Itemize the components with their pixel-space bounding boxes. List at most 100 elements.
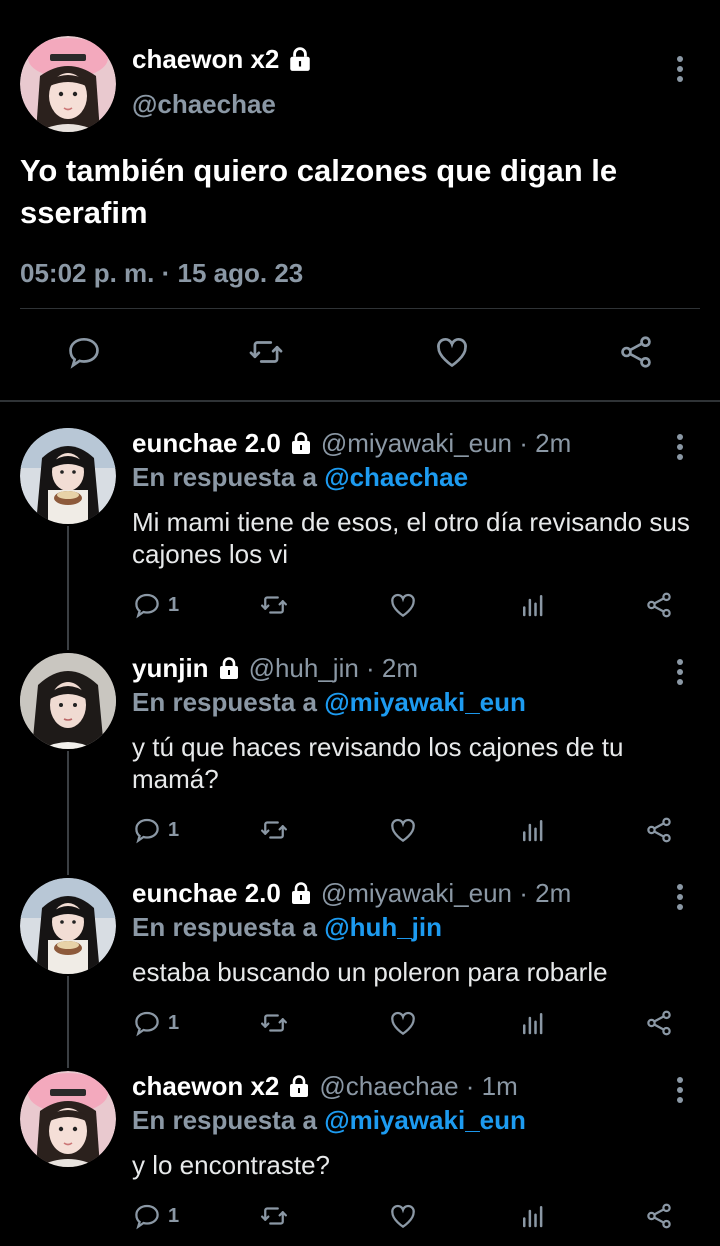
reply-prefix: En respuesta a bbox=[132, 687, 317, 717]
avatar[interactable] bbox=[20, 1071, 116, 1167]
reply-header: eunchae 2.0 @miyawaki_eun · 2m bbox=[132, 878, 571, 909]
tweet-text: Yo también quiero calzones que digan le … bbox=[20, 153, 618, 230]
retweet-icon bbox=[261, 1207, 287, 1225]
share-icon bbox=[647, 1010, 671, 1036]
reply-tweet[interactable]: eunchae 2.0 @miyawaki_eun · 2m En respue… bbox=[0, 428, 720, 628]
reply-button[interactable]: 1 bbox=[132, 813, 179, 847]
reply-icon bbox=[135, 593, 159, 619]
views-button[interactable] bbox=[518, 813, 548, 847]
reply-button[interactable]: 1 bbox=[132, 1199, 179, 1233]
display-name[interactable]: chaewon x2 bbox=[132, 1071, 279, 1102]
share-icon bbox=[647, 592, 671, 618]
heart-icon bbox=[391, 1011, 415, 1035]
reply-icon bbox=[69, 337, 99, 369]
display-name[interactable]: yunjin bbox=[132, 653, 209, 684]
divider bbox=[20, 308, 700, 309]
views-button[interactable] bbox=[518, 1199, 548, 1233]
retweet-button[interactable] bbox=[259, 1006, 289, 1040]
lock-icon bbox=[289, 431, 313, 456]
share-button[interactable] bbox=[644, 813, 674, 847]
handle-and-time[interactable]: @chaechae · 1m bbox=[319, 1071, 517, 1102]
reply-button[interactable] bbox=[64, 332, 104, 372]
heart-icon bbox=[391, 1204, 415, 1228]
like-button[interactable] bbox=[388, 1006, 418, 1040]
like-button[interactable] bbox=[388, 1199, 418, 1233]
avatar[interactable] bbox=[20, 653, 116, 749]
share-button[interactable] bbox=[644, 1199, 674, 1233]
tweet-text: y lo encontraste? bbox=[132, 1150, 331, 1180]
replying-to: En respuesta a @miyawaki_eun bbox=[132, 687, 526, 718]
views-button[interactable] bbox=[518, 588, 548, 622]
tweet-actions: 1 bbox=[132, 1199, 692, 1233]
handle-and-time[interactable]: @miyawaki_eun · 2m bbox=[321, 428, 571, 459]
retweet-icon bbox=[249, 341, 283, 363]
display-name[interactable]: chaewon x2 bbox=[132, 44, 279, 75]
more-vertical-icon[interactable] bbox=[670, 54, 690, 84]
heart-icon bbox=[391, 818, 415, 842]
mention-link[interactable]: @huh_jin bbox=[324, 912, 442, 942]
share-button[interactable] bbox=[644, 588, 674, 622]
retweet-button[interactable] bbox=[246, 332, 286, 372]
share-button[interactable] bbox=[616, 332, 656, 372]
like-button[interactable] bbox=[432, 332, 472, 372]
like-button[interactable] bbox=[388, 813, 418, 847]
share-icon bbox=[647, 1203, 671, 1229]
avatar[interactable] bbox=[20, 428, 116, 524]
reply-tweet[interactable]: eunchae 2.0 @miyawaki_eun · 2m En respue… bbox=[0, 878, 720, 1048]
more-vertical-icon[interactable] bbox=[670, 432, 690, 462]
reply-count: 1 bbox=[168, 593, 180, 616]
retweet-icon bbox=[261, 596, 287, 614]
more-vertical-icon[interactable] bbox=[670, 657, 690, 687]
retweet-button[interactable] bbox=[259, 1199, 289, 1233]
share-button[interactable] bbox=[644, 1006, 674, 1040]
avatar[interactable] bbox=[20, 878, 116, 974]
handle-and-time[interactable]: @miyawaki_eun · 2m bbox=[321, 878, 571, 909]
views-icon bbox=[523, 1013, 543, 1035]
more-vertical-icon[interactable] bbox=[670, 1075, 690, 1105]
mention-link[interactable]: @miyawaki_eun bbox=[324, 687, 526, 717]
share-icon bbox=[621, 336, 651, 368]
views-button[interactable] bbox=[518, 1006, 548, 1040]
reply-button[interactable]: 1 bbox=[132, 588, 179, 622]
reply-prefix: En respuesta a bbox=[132, 462, 317, 492]
tweet-actions: 1 bbox=[132, 1006, 692, 1040]
views-icon bbox=[523, 595, 543, 617]
lock-icon bbox=[289, 881, 313, 906]
reply-tweet[interactable]: yunjin @huh_jin · 2m En respuesta a @miy… bbox=[0, 653, 720, 853]
tweet-actions bbox=[0, 332, 720, 378]
views-icon bbox=[523, 820, 543, 842]
reply-tweet[interactable]: chaewon x2 @chaechae · 1m En respuesta a… bbox=[0, 1071, 720, 1246]
like-button[interactable] bbox=[388, 588, 418, 622]
display-name[interactable]: eunchae 2.0 bbox=[132, 428, 281, 459]
reply-button[interactable]: 1 bbox=[132, 1006, 179, 1040]
heart-icon bbox=[437, 337, 467, 368]
replying-to: En respuesta a @chaechae bbox=[132, 462, 468, 493]
reply-icon bbox=[135, 1204, 159, 1230]
replying-to: En respuesta a @huh_jin bbox=[132, 912, 442, 943]
retweet-button[interactable] bbox=[259, 813, 289, 847]
reply-count: 1 bbox=[168, 818, 180, 841]
mention-link[interactable]: @miyawaki_eun bbox=[324, 1105, 526, 1135]
reply-count: 1 bbox=[168, 1204, 180, 1227]
reply-icon bbox=[135, 818, 159, 844]
mention-link[interactable]: @chaechae bbox=[324, 462, 468, 492]
retweet-button[interactable] bbox=[259, 588, 289, 622]
tweet-actions: 1 bbox=[132, 588, 692, 622]
author-handle[interactable]: @chaechae bbox=[132, 89, 276, 120]
lock-icon bbox=[287, 46, 313, 73]
handle-and-time[interactable]: @huh_jin · 2m bbox=[249, 653, 418, 684]
tweet-actions: 1 bbox=[132, 813, 692, 847]
retweet-icon bbox=[261, 1014, 287, 1032]
more-vertical-icon[interactable] bbox=[670, 882, 690, 912]
reply-header: chaewon x2 @chaechae · 1m bbox=[132, 1071, 518, 1102]
reply-count: 1 bbox=[168, 1011, 180, 1034]
lock-icon bbox=[287, 1074, 311, 1099]
lock-icon bbox=[217, 656, 241, 681]
share-icon bbox=[647, 817, 671, 843]
display-name[interactable]: eunchae 2.0 bbox=[132, 878, 281, 909]
author-name-row: chaewon x2 bbox=[132, 44, 313, 75]
tweet-timestamp[interactable]: 05:02 p. m. · 15 ago. 23 bbox=[20, 258, 303, 289]
avatar[interactable] bbox=[20, 36, 116, 132]
main-tweet: chaewon x2 @chaechae Yo también quiero c… bbox=[0, 0, 720, 402]
reply-icon bbox=[135, 1011, 159, 1037]
